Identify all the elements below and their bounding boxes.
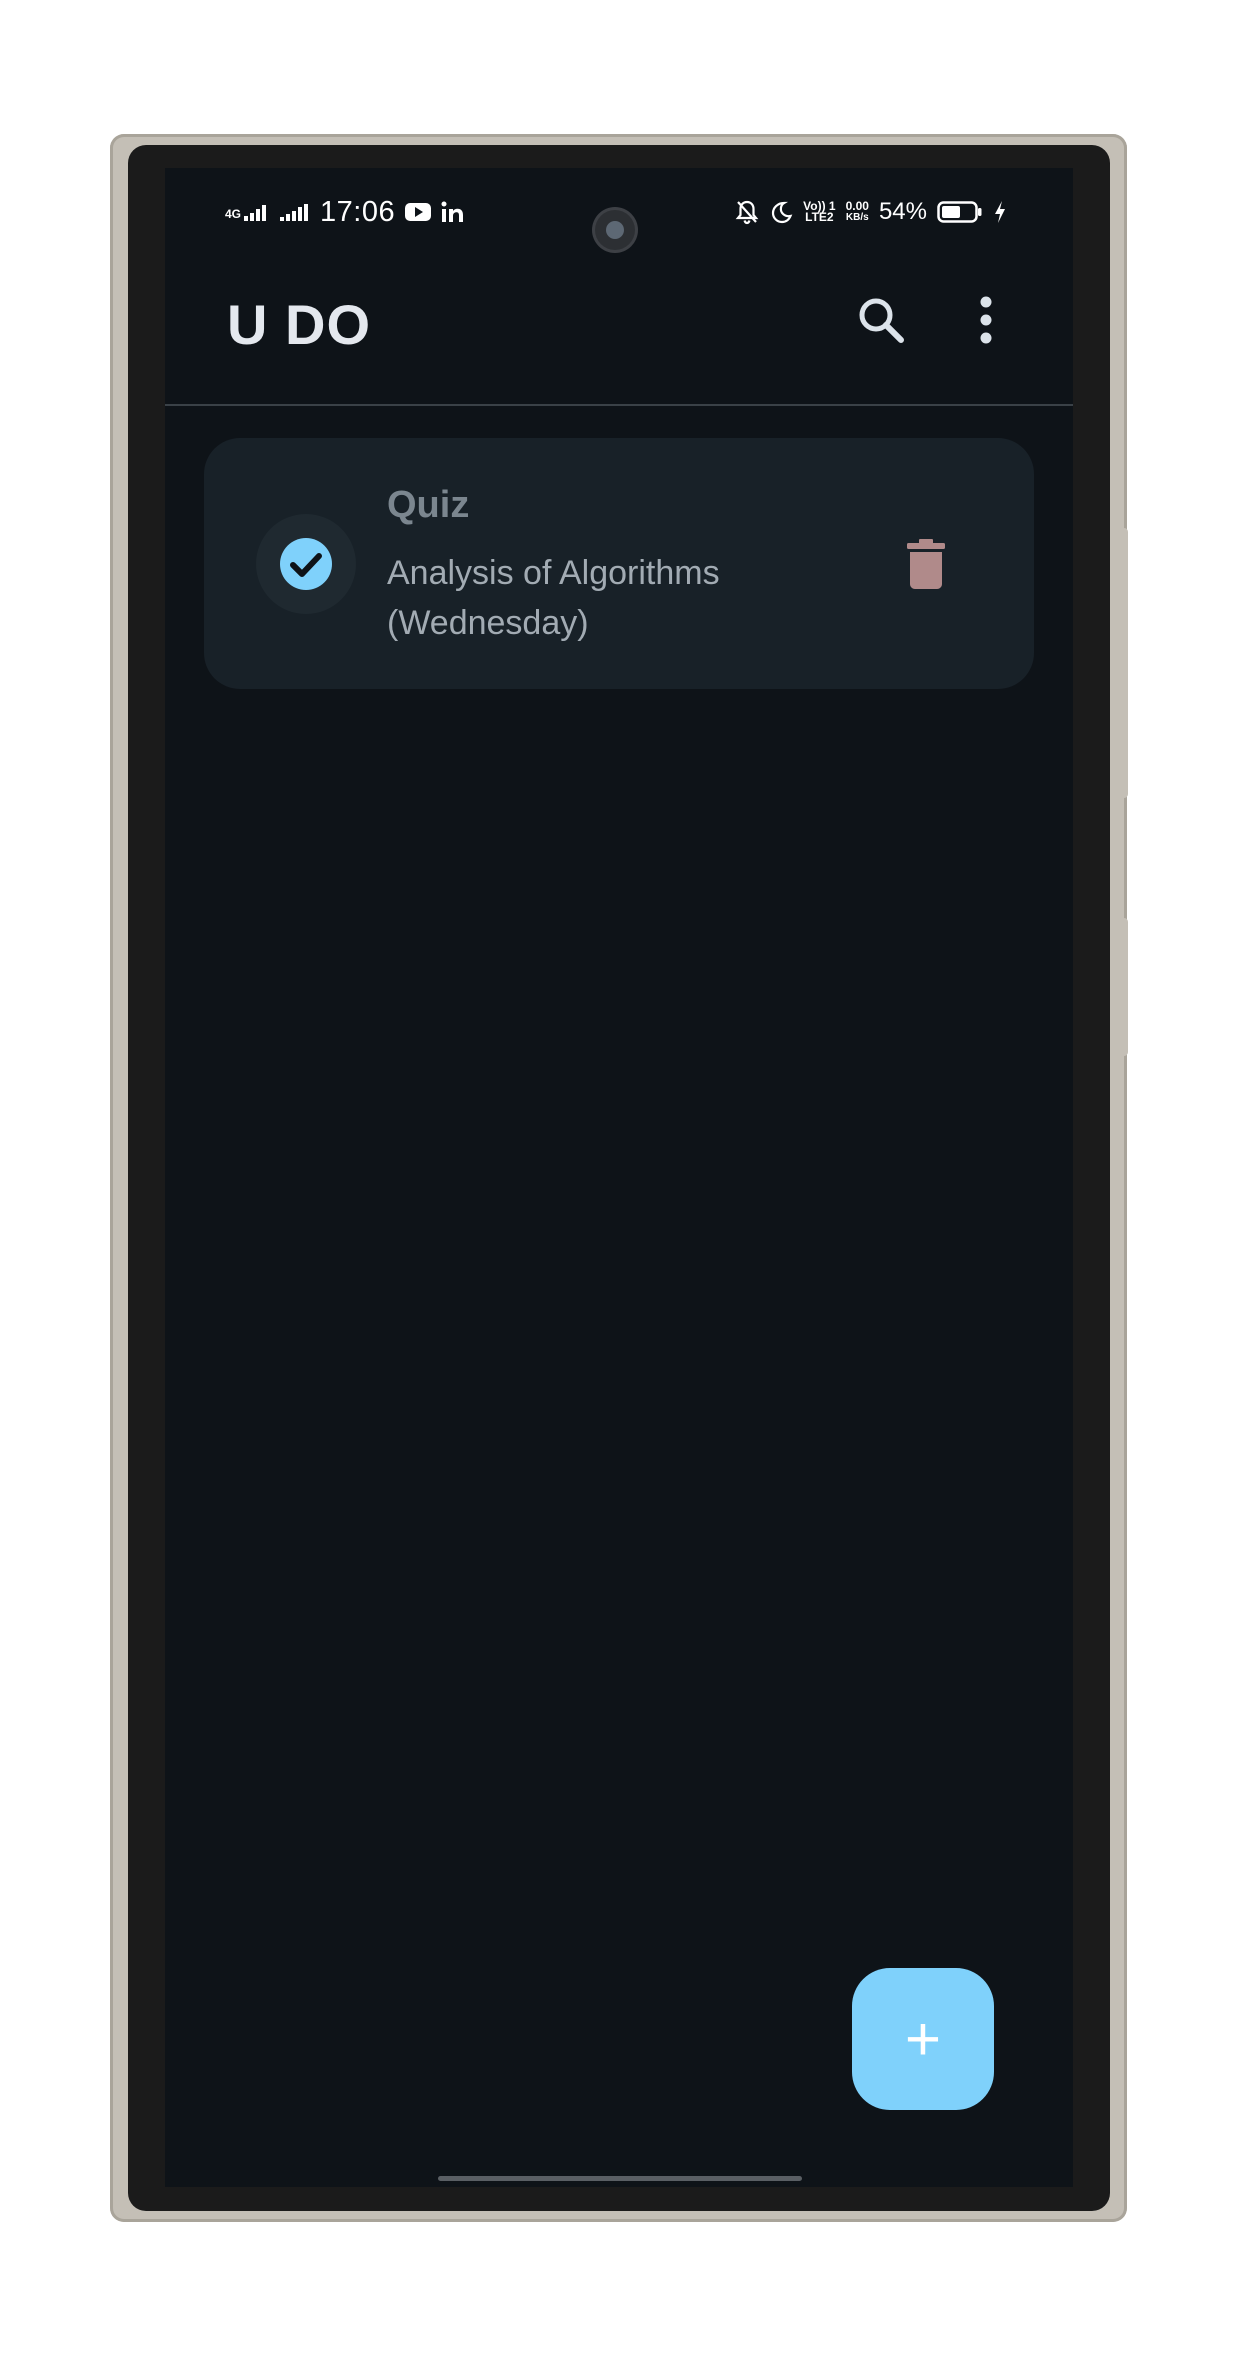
battery-percentage: 54% <box>878 198 927 225</box>
task-description: Analysis of Algorithms (Wednesday) <box>387 554 720 642</box>
search-icon <box>859 298 904 343</box>
status-bar: 4G 17:06 Vo)) 1 LTE2 0.00 KB/s 54% <box>165 188 1073 250</box>
more-options-button[interactable] <box>950 284 1022 356</box>
plus-icon: + <box>904 2004 942 2074</box>
linkedin-icon <box>441 201 464 222</box>
speed-value: 0.00 <box>845 199 869 213</box>
clock: 17:06 <box>320 195 396 228</box>
search-button[interactable] <box>845 284 917 356</box>
task-title: Quiz <box>387 484 470 526</box>
phone-side-button-upper <box>1118 528 1128 798</box>
youtube-icon <box>405 203 432 221</box>
app-bar: U DO <box>165 248 1073 406</box>
trash-icon <box>907 539 945 589</box>
signal-icon <box>244 205 267 221</box>
volte-line2: LTE2 <box>805 210 834 224</box>
delete-task-button[interactable] <box>896 530 956 598</box>
task-complete-toggle[interactable] <box>256 514 356 614</box>
signal-icon-sim2 <box>280 204 309 221</box>
moon-icon <box>772 201 793 224</box>
signal-4g: 4G <box>225 203 270 221</box>
charging-icon <box>995 201 1005 223</box>
battery-icon <box>937 201 982 223</box>
speed-unit: KB/s <box>845 212 869 223</box>
more-vert-icon <box>980 296 992 344</box>
status-bar-left: 4G 17:06 <box>225 188 465 236</box>
add-task-button[interactable]: + <box>852 1968 994 2110</box>
network-speed: 0.00 KB/s <box>845 199 869 223</box>
app-title: U DO <box>227 293 371 356</box>
phone-side-button-lower <box>1118 918 1128 1056</box>
network-type-label: 4G <box>225 207 242 221</box>
bell-off-icon <box>735 200 759 225</box>
home-indicator[interactable] <box>438 2176 802 2181</box>
volte-indicator: Vo)) 1 LTE2 <box>803 200 835 224</box>
status-bar-right: Vo)) 1 LTE2 0.00 KB/s 54% <box>735 188 1007 236</box>
screen: 4G 17:06 Vo)) 1 LTE2 0.00 KB/s 54% U DO … <box>165 168 1073 2187</box>
front-camera <box>595 210 635 250</box>
check-circle-icon <box>280 538 332 590</box>
task-card[interactable]: Quiz Analysis of Algorithms (Wednesday) <box>204 438 1034 689</box>
